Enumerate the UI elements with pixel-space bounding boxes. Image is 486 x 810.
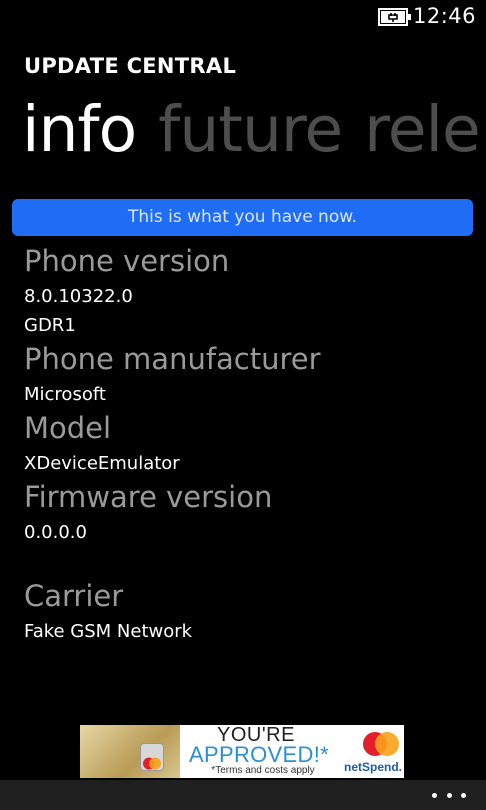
ad-terms: *Terms and costs apply — [211, 765, 315, 776]
phone-version-name: GDR1 — [24, 315, 76, 336]
device-info-list: Phone version 8.0.10322.0 GDR1 Phone man… — [24, 242, 464, 646]
application-bar — [0, 780, 486, 810]
carrier-label: Carrier — [24, 579, 124, 613]
firmware-value: 0.0.0.0 — [24, 522, 87, 543]
mastercard-logo-icon — [363, 732, 399, 756]
ellipsis-dot — [432, 792, 437, 798]
firmware-label: Firmware version — [24, 480, 273, 514]
manufacturer-value: Microsoft — [24, 384, 106, 405]
status-bar: 12:46 — [0, 0, 486, 34]
mastercard-small-icon — [143, 757, 161, 770]
ellipsis-dot — [461, 792, 466, 798]
prepaid-card-image — [80, 725, 180, 778]
ellipsis-dot — [446, 792, 452, 798]
pivot-tab-info[interactable]: info — [22, 90, 137, 170]
more-ellipsis-icon[interactable] — [432, 789, 466, 801]
ad-brand: netSpend. — [343, 760, 402, 774]
status-clock: 12:46 — [412, 4, 476, 28]
phone-version-value: 8.0.10322.0 — [24, 286, 133, 307]
phone-screen: 12:46 UPDATE CENTRAL info future rele This… — [0, 0, 486, 810]
carrier-value: Fake GSM Network — [24, 621, 193, 642]
pivot-tab-releases[interactable]: rele — [364, 90, 481, 170]
app-title: UPDATE CENTRAL — [24, 54, 237, 78]
ad-subheadline: APPROVED!* — [189, 742, 329, 767]
model-label: Model — [24, 411, 112, 445]
advertisement-banner[interactable]: YOU'RE APPROVED!* *Terms and costs apply… — [80, 725, 404, 778]
current-version-banner: This is what you have now. — [12, 199, 473, 236]
model-value: XDeviceEmulator — [24, 453, 180, 474]
pivot-tab-future[interactable]: future — [158, 90, 343, 170]
battery-charging-icon — [378, 8, 411, 26]
pivot-header: info future rele — [22, 90, 486, 170]
phone-version-label: Phone version — [24, 244, 230, 278]
manufacturer-label: Phone manufacturer — [24, 342, 321, 376]
